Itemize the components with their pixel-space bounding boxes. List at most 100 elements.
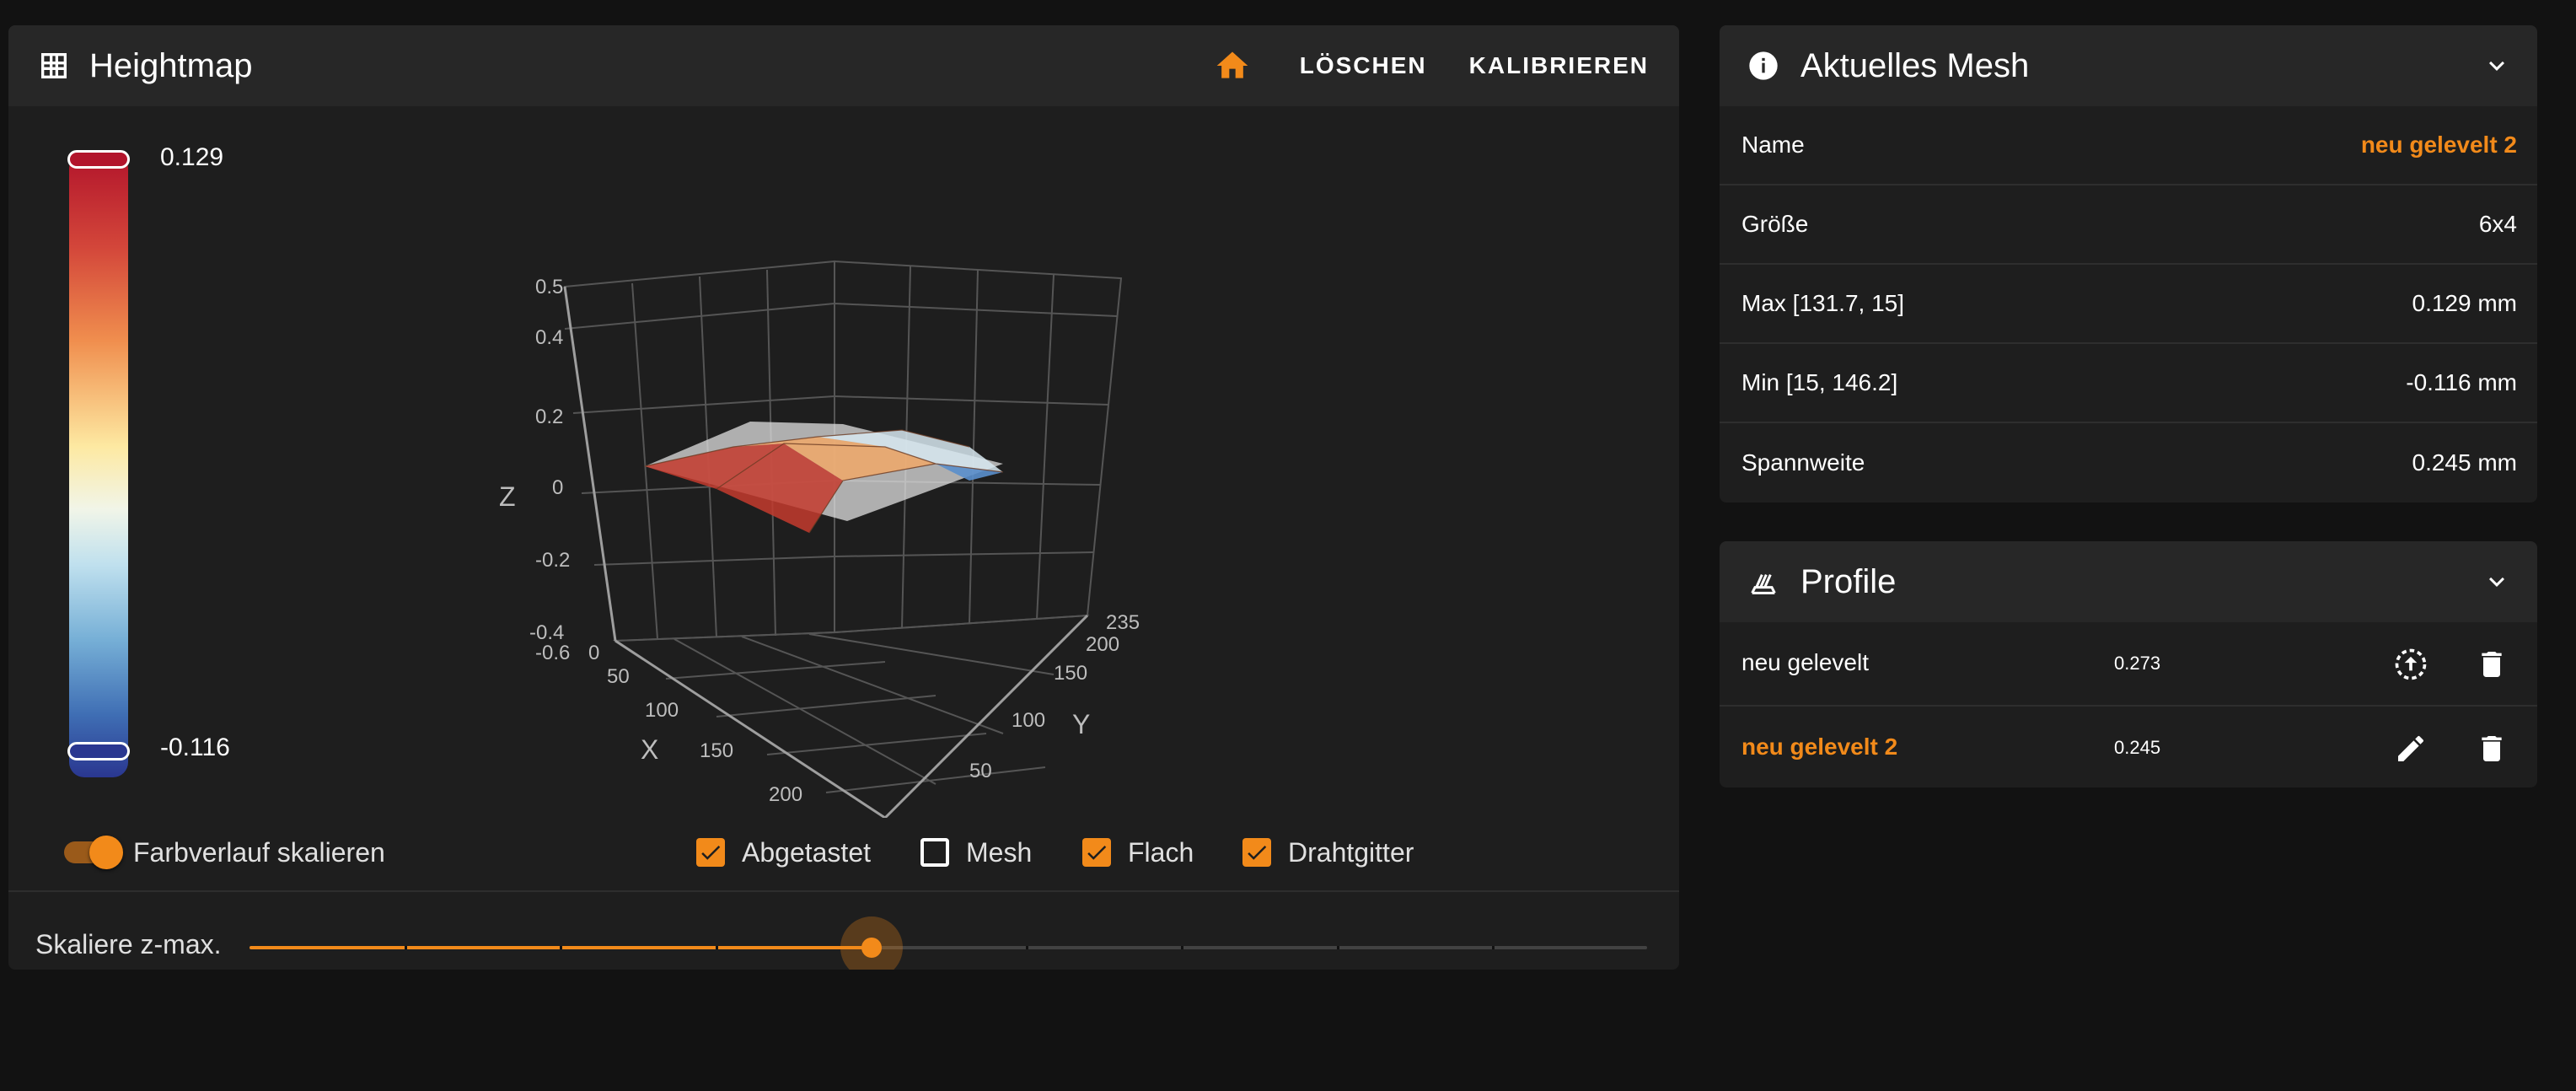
- heightmap-3d-plot[interactable]: 0.5 0.4 0.2 0 -0.2 -0.4 -0.6 Z 0 50 100 …: [464, 143, 1172, 818]
- edit-profile-button[interactable]: [2387, 725, 2434, 772]
- slider-step-mark: [1491, 946, 1495, 949]
- probed-option[interactable]: Abgetastet: [696, 831, 871, 873]
- current-mesh-title: Aktuelles Mesh: [1801, 46, 2030, 84]
- edit-icon: [2398, 735, 2423, 761]
- probed-label: Abgetastet: [742, 836, 871, 868]
- colorbar-min-label: -0.116: [160, 734, 230, 761]
- grid-icon: [37, 49, 71, 83]
- mesh-range-value: 0.245 mm: [2412, 449, 2518, 476]
- info-icon: [1747, 49, 1780, 83]
- mesh-name-key: Name: [1741, 132, 1805, 158]
- probed-checkbox[interactable]: [696, 838, 725, 867]
- mesh-size-value: 6x4: [2478, 211, 2517, 237]
- x-tick-100: 100: [645, 699, 679, 722]
- mesh-checkbox[interactable]: [920, 838, 949, 867]
- delete-profile-button[interactable]: [2468, 725, 2515, 772]
- current-mesh-card: Aktuelles Mesh Name neu gelevelt 2 Größe…: [1720, 25, 2537, 503]
- x-tick-0: 0: [588, 642, 599, 664]
- mesh-min-row: Min [15, 146.2] -0.116 mm: [1720, 344, 2537, 423]
- y-tick-150: 150: [1054, 662, 1087, 685]
- y-tick-200: 200: [1086, 633, 1119, 656]
- mesh-name-value: neu gelevelt 2: [2360, 132, 2517, 158]
- options-divider: [8, 890, 1679, 892]
- home-button[interactable]: [1202, 35, 1263, 96]
- z-axis-label: Z: [499, 481, 516, 512]
- wireframe-checkbox[interactable]: [1242, 838, 1271, 867]
- heightmap-card: Heightmap LÖSCHEN KALIBRIEREN 0.129 -0.1…: [8, 25, 1679, 970]
- flat-label: Flach: [1128, 836, 1194, 868]
- mesh-range-row: Spannweite 0.245 mm: [1720, 423, 2537, 503]
- z-tick-0.4: 0.4: [535, 326, 563, 349]
- colorbar-max-label: 0.129: [160, 143, 224, 171]
- mesh-size-key: Größe: [1741, 211, 1809, 237]
- heightmap-actions: LÖSCHEN KALIBRIEREN: [1202, 25, 1662, 106]
- x-tick-50: 50: [607, 665, 630, 688]
- y-tick-235: 235: [1106, 611, 1140, 634]
- y-axis-label: Y: [1072, 709, 1090, 739]
- mesh-option[interactable]: Mesh: [920, 831, 1032, 873]
- profile-row[interactable]: neu gelevelt 0.273: [1720, 622, 2537, 707]
- scale-gradient-label: Farbverlauf skalieren: [133, 836, 385, 868]
- home-icon: [1214, 47, 1251, 84]
- profile-row[interactable]: neu gelevelt 2 0.245: [1720, 707, 2537, 787]
- calibrate-button[interactable]: KALIBRIEREN: [1456, 35, 1662, 96]
- profile-name[interactable]: neu gelevelt 2: [1741, 734, 1897, 760]
- mesh-name-row: Name neu gelevelt 2: [1720, 106, 2537, 185]
- z-tick-neg0.6: -0.6: [535, 642, 570, 664]
- wireframe-label: Drahtgitter: [1288, 836, 1414, 868]
- x-axis-label: X: [641, 734, 658, 765]
- check-icon: [1087, 846, 1107, 860]
- y-tick-100: 100: [1012, 709, 1045, 732]
- load-profile-button[interactable]: [2387, 641, 2434, 688]
- slider-step-mark: [560, 946, 563, 949]
- colorbar-max-handle: [67, 150, 130, 169]
- profile-range: 0.245: [2114, 737, 2161, 758]
- z-tick-neg0.4: -0.4: [529, 621, 564, 644]
- x-tick-150: 150: [700, 739, 733, 762]
- heightmap-header: Heightmap LÖSCHEN KALIBRIEREN: [8, 25, 1679, 106]
- z-tick-0.5: 0.5: [535, 276, 563, 298]
- delete-icon: [2482, 736, 2502, 761]
- load-icon: [2395, 648, 2427, 680]
- slider-step-mark: [1181, 946, 1184, 949]
- mesh-label: Mesh: [966, 836, 1033, 868]
- x-tick-200: 200: [769, 783, 802, 806]
- clear-mesh-button[interactable]: LÖSCHEN: [1286, 35, 1441, 96]
- profile-name[interactable]: neu gelevelt: [1741, 649, 1869, 676]
- zmax-slider-label: Skaliere z-max.: [35, 929, 222, 959]
- zmax-slider-thumb[interactable]: [861, 938, 882, 958]
- heightmap-title: Heightmap: [89, 46, 253, 84]
- chevron-down-icon[interactable]: [2480, 49, 2514, 83]
- colorbar-min-handle: [67, 742, 130, 760]
- mesh-max-key: Max [131.7, 15]: [1741, 290, 1905, 316]
- chevron-down-icon[interactable]: [2480, 565, 2514, 599]
- slider-step-mark: [1026, 946, 1029, 949]
- wireframe-option[interactable]: Drahtgitter: [1242, 831, 1414, 873]
- delete-profile-button[interactable]: [2468, 641, 2515, 688]
- flat-option[interactable]: Flach: [1082, 831, 1194, 873]
- z-tick-neg0.2: -0.2: [535, 549, 570, 572]
- slider-step-mark: [405, 946, 408, 949]
- color-gradient-bar: [69, 153, 128, 777]
- flat-checkbox[interactable]: [1082, 838, 1111, 867]
- mesh-max-row: Max [131.7, 15] 0.129 mm: [1720, 265, 2537, 344]
- delete-icon: [2482, 652, 2502, 677]
- profiles-card: Profile neu gelevelt 0.273 neu gelevelt …: [1720, 541, 2537, 787]
- z-tick-0: 0: [552, 476, 563, 499]
- check-icon: [1248, 846, 1267, 860]
- profiles-header[interactable]: Profile: [1720, 541, 2537, 622]
- mesh-range-key: Spannweite: [1741, 449, 1865, 476]
- slider-step-mark: [1336, 946, 1339, 949]
- mesh-max-value: 0.129 mm: [2412, 290, 2518, 316]
- profiles-title: Profile: [1801, 562, 1897, 600]
- toggle-switch[interactable]: [64, 834, 123, 871]
- layers-icon: [1747, 565, 1780, 599]
- profile-range: 0.273: [2114, 653, 2161, 674]
- zmax-slider[interactable]: [250, 946, 1647, 949]
- check-icon: [701, 846, 721, 860]
- y-tick-50: 50: [969, 760, 992, 782]
- scale-gradient-toggle[interactable]: Farbverlauf skalieren: [64, 831, 385, 873]
- mesh-size-row: Größe 6x4: [1720, 185, 2537, 265]
- current-mesh-header[interactable]: Aktuelles Mesh: [1720, 25, 2537, 106]
- z-tick-0.2: 0.2: [535, 406, 563, 428]
